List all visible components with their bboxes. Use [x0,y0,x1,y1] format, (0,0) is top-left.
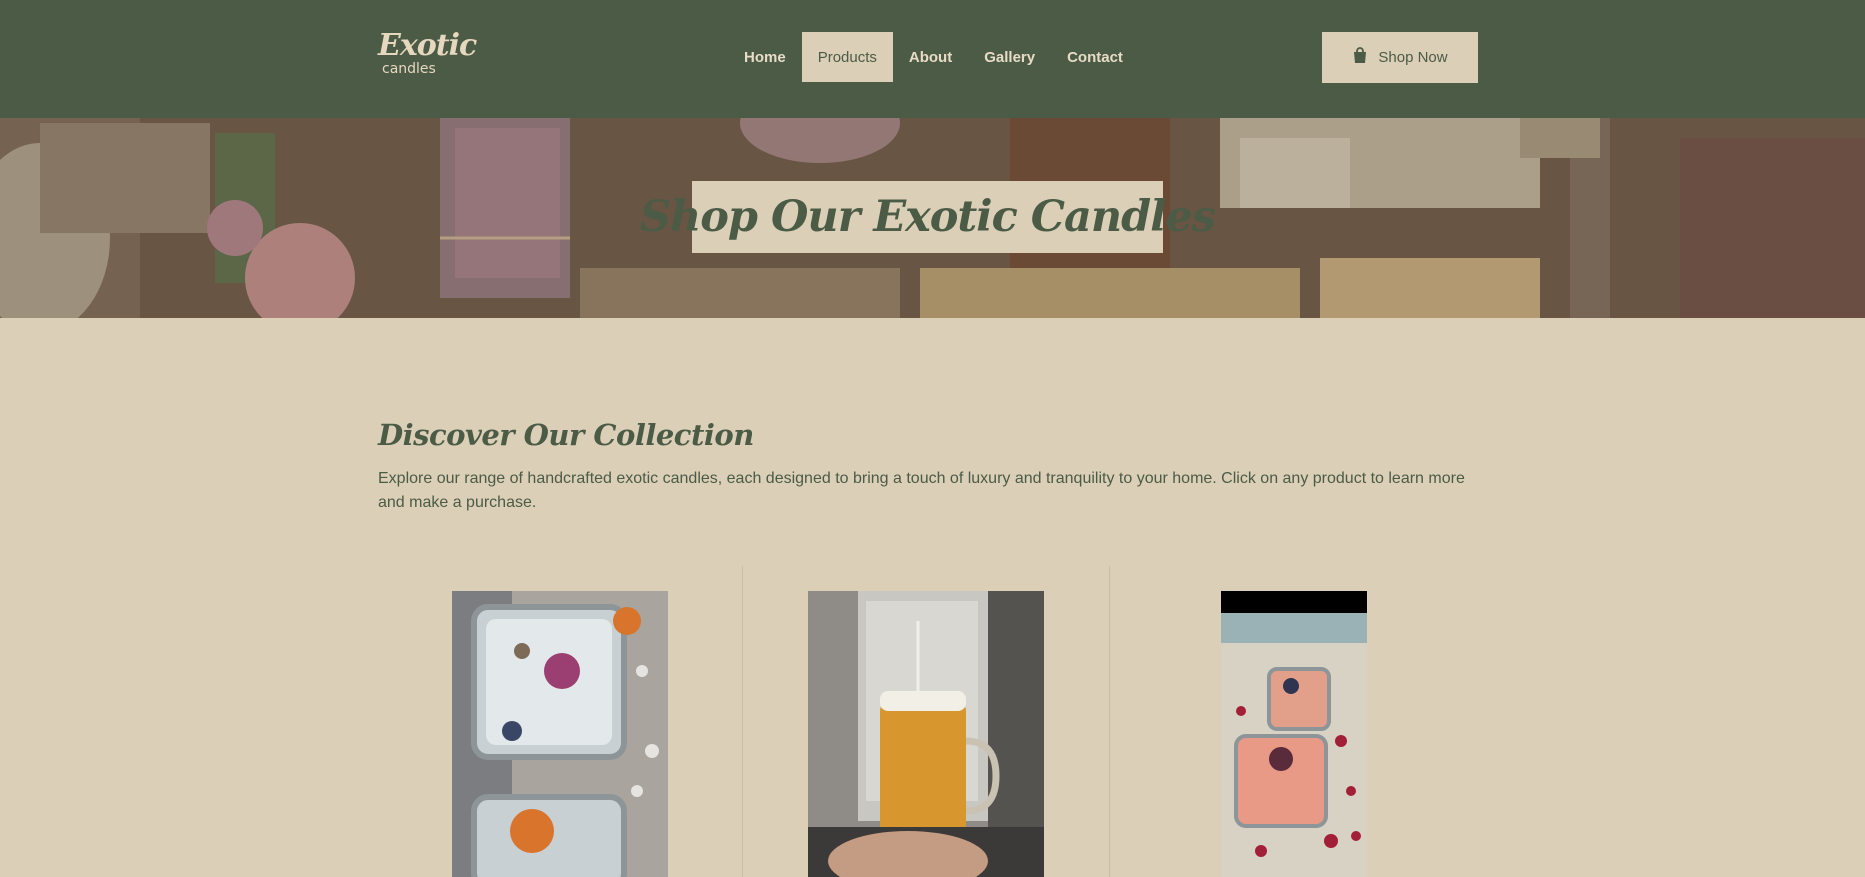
nav-gallery[interactable]: Gallery [968,32,1051,82]
logo-main-text: Exotic [378,28,477,63]
nav-products[interactable]: Products [801,32,893,82]
shopping-bag-icon [1352,47,1368,68]
shop-now-button[interactable]: Shop Now [1322,32,1478,83]
shop-now-label: Shop Now [1378,49,1448,66]
product-image-1[interactable] [452,591,668,877]
hero-title: Shop Our Exotic Candles [639,192,1216,242]
hero-banner: Shop Our Exotic Candles [0,118,1865,318]
site-header: Exotic candles Home Products About Galle… [0,0,1865,118]
nav-contact[interactable]: Contact [1051,32,1139,82]
collection-title: Discover Our Collection [378,418,754,452]
nav-about[interactable]: About [893,32,968,82]
logo-sub-text: candles [382,61,436,77]
column-divider [1109,566,1110,877]
column-divider [742,566,743,877]
logo[interactable]: Exotic candles [378,28,477,77]
product-image-2[interactable] [808,591,1044,877]
nav-home[interactable]: Home [728,32,802,82]
main-nav: Home Products About Gallery Contact [728,32,1139,82]
hero-title-box: Shop Our Exotic Candles [640,181,1216,253]
collection-description: Explore our range of handcrafted exotic … [378,470,1465,511]
product-image-3[interactable] [1221,591,1367,877]
